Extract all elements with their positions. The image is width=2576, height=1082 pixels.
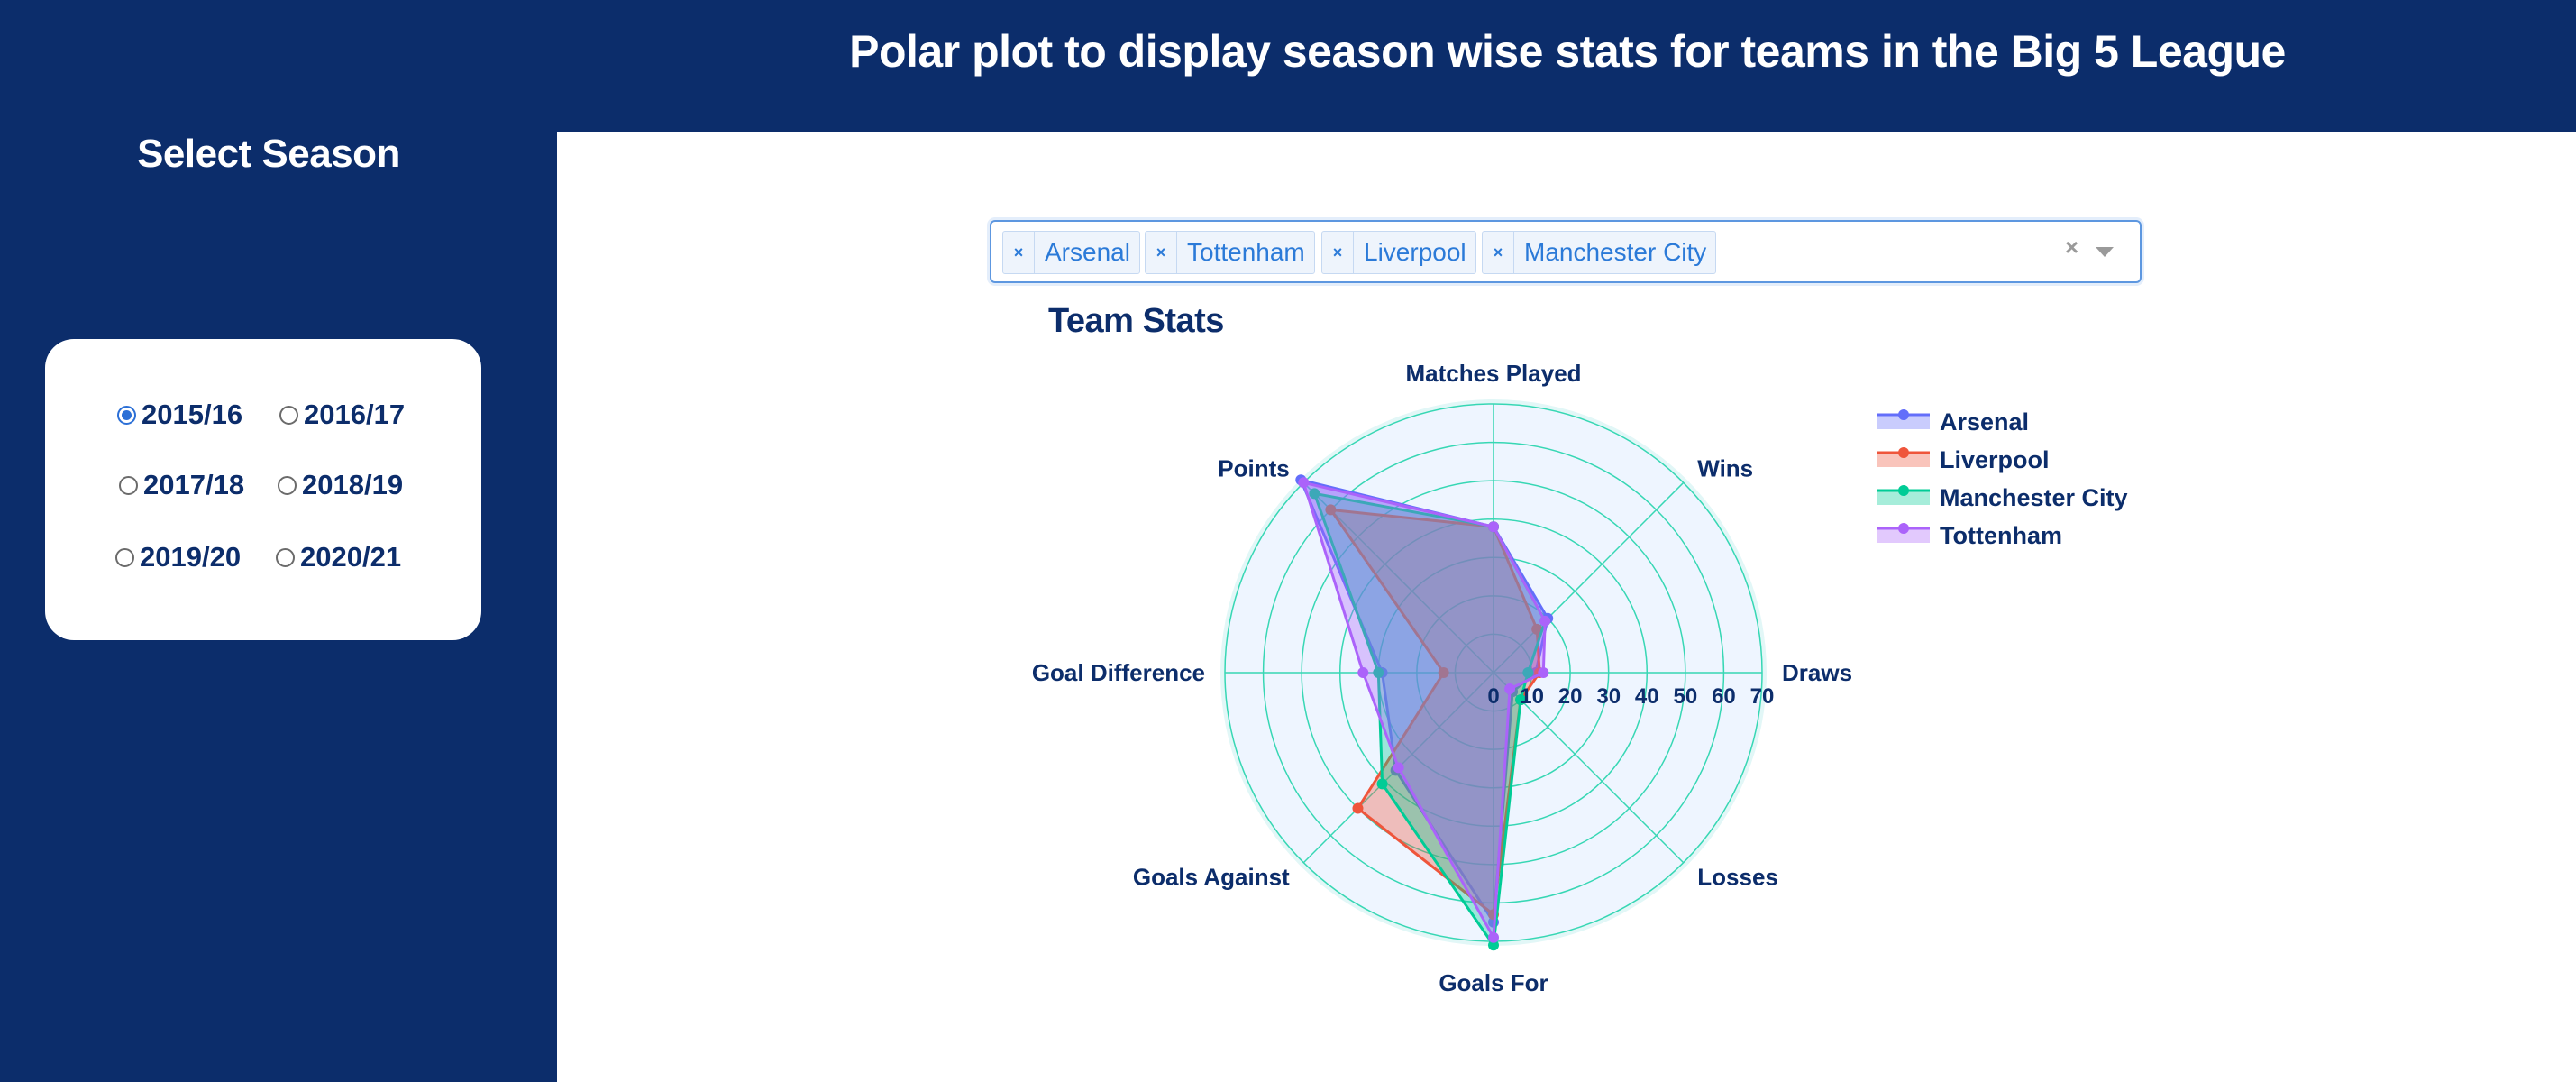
radial-tick-label: 70 [1750,684,1775,709]
legend-marker [1898,409,1909,420]
legend-label: Arsenal [1940,408,2029,436]
legend-marker [1898,485,1909,496]
data-point [1539,615,1551,627]
angular-axis-label: Goal Difference [1032,659,1205,686]
angular-axis-label: Wins [1697,455,1753,482]
radial-tick-label: 30 [1596,684,1621,709]
radial-tick-label: 40 [1635,684,1659,709]
radial-tick-label: 50 [1674,684,1698,709]
legend-marker [1898,523,1909,534]
radial-tick-label: 20 [1558,684,1583,709]
angular-axis-label: Draws [1782,659,1852,686]
legend-marker [1898,447,1909,458]
data-point [1357,667,1369,678]
data-point [1376,778,1388,790]
data-point [1488,521,1499,533]
data-point [1538,667,1549,678]
radial-tick-label: 10 [1520,684,1544,709]
angular-axis-label: Losses [1697,863,1778,890]
radial-tick-label: 60 [1712,684,1736,709]
data-point [1298,477,1310,489]
polar-chart: 0 10 20 30 40 50 60 70 Matches Played Wins Draws Lo… [1032,360,2128,996]
angular-axis-label: Matches Played [1405,360,1581,387]
legend-label: Manchester City [1940,484,2128,511]
data-point [1488,931,1499,943]
angular-axis-label: Goals Against [1133,863,1290,890]
data-point [1393,762,1404,774]
legend-label: Liverpool [1940,446,2050,473]
data-point [1504,683,1516,695]
angular-axis-label: Goals For [1439,969,1548,996]
angular-axis-label: Points [1218,455,1289,482]
data-point [1352,802,1364,814]
legend-label: Tottenham [1940,522,2062,549]
radial-tick-label: 0 [1487,684,1499,709]
